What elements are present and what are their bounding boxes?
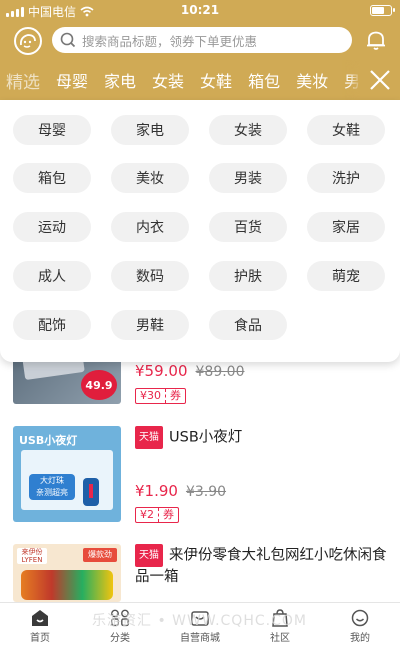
search-placeholder: 搜索商品标题，领券下单更优惠	[82, 33, 258, 49]
smile-icon	[351, 609, 369, 627]
app-logo-icon[interactable]	[14, 27, 42, 55]
category-option[interactable]: 男鞋	[111, 310, 189, 340]
product-title: 天猫 来伊份零食大礼包网红小吃休闲食品一箱	[135, 544, 390, 588]
price-tag-badge: 49.9	[81, 370, 117, 400]
original-price: ¥89.00	[195, 364, 245, 380]
category-option[interactable]: 百货	[209, 212, 287, 242]
product-image: USB小夜灯 大灯珠 亲测超亮	[13, 426, 121, 522]
coupon-tag: ¥30 券	[135, 388, 186, 404]
product-title: 天猫 USB小夜灯	[135, 426, 390, 449]
product-item[interactable]: 来伊份 LYFEN 爆款劲 天猫 来伊份零食大礼包网红小吃休闲食品一箱	[0, 544, 400, 602]
tab-profile[interactable]: 我的	[320, 603, 400, 645]
category-option[interactable]: 箱包	[13, 163, 91, 193]
category-option[interactable]: 运动	[13, 212, 91, 242]
category-option[interactable]: 母婴	[13, 115, 91, 145]
grid-icon	[111, 609, 129, 627]
product-list: 49.9 ¥59.00 ¥89.00 ¥30 券 USB小夜灯 大灯珠 亲测超亮 天猫…	[0, 340, 400, 602]
tab-womens-shoes[interactable]: 女鞋	[192, 68, 240, 92]
tab-store-label: 自营商城	[180, 633, 220, 644]
category-option[interactable]: 内衣	[111, 212, 189, 242]
category-option[interactable]: 家电	[111, 115, 189, 145]
tab-category[interactable]: 分类	[80, 603, 160, 645]
bell-icon[interactable]	[364, 28, 388, 52]
search-icon	[60, 32, 76, 48]
store-icon	[191, 611, 209, 626]
category-option[interactable]: 配饰	[13, 310, 91, 340]
tab-bags[interactable]: 箱包	[240, 68, 288, 92]
category-panel: 母婴 家电 女装 女鞋 箱包 美妆 男装 洗护 运动 内衣 百货 家居 成人 数…	[0, 100, 400, 362]
tab-baby[interactable]: 母婴	[48, 68, 96, 92]
tab-home[interactable]: 首页	[0, 603, 80, 645]
category-option[interactable]: 护肤	[209, 261, 287, 291]
tab-community[interactable]: 社区	[240, 603, 320, 645]
category-option[interactable]: 美妆	[111, 163, 189, 193]
home-icon	[32, 610, 48, 626]
search-input[interactable]: 搜索商品标题，领券下单更优惠	[52, 27, 352, 53]
tab-womens-clothing[interactable]: 女装	[144, 68, 192, 92]
tab-home-label: 首页	[30, 633, 50, 644]
category-option[interactable]: 女装	[209, 115, 287, 145]
tmall-badge: 天猫	[135, 426, 163, 449]
tab-profile-label: 我的	[350, 633, 370, 644]
category-option[interactable]: 萌宠	[307, 261, 385, 291]
tab-category-label: 分类	[110, 633, 130, 644]
product-image: 来伊份 LYFEN 爆款劲	[13, 544, 121, 602]
tab-beauty[interactable]: 美妆	[288, 68, 336, 92]
status-bar: 中国电信 10:21	[0, 0, 400, 20]
tmall-badge: 天猫	[135, 544, 163, 567]
category-option[interactable]: 家居	[307, 212, 385, 242]
header: 搜索商品标题，领券下单更优惠	[0, 20, 400, 60]
category-option[interactable]: 食品	[209, 310, 287, 340]
battery-icon	[370, 5, 395, 16]
bottom-tab-bar: 首页 分类 自营商城 社区 我的	[0, 602, 400, 645]
product-price: ¥59.00 ¥89.00	[135, 362, 245, 380]
product-price: ¥1.90 ¥3.90	[135, 482, 227, 500]
category-option[interactable]: 成人	[13, 261, 91, 291]
close-category-button[interactable]	[360, 60, 400, 100]
category-option[interactable]: 洗护	[307, 163, 385, 193]
clock: 10:21	[180, 3, 220, 17]
original-price: ¥3.90	[185, 484, 227, 500]
category-option[interactable]: 男装	[209, 163, 287, 193]
product-item[interactable]: USB小夜灯 大灯珠 亲测超亮 天猫 USB小夜灯 ¥1.90 ¥3.90 ¥2 券	[0, 426, 400, 526]
tab-appliances[interactable]: 家电	[96, 68, 144, 92]
category-tab-bar: 精选 母婴 家电 女装 女鞋 箱包 美妆 男	[0, 60, 400, 100]
category-option[interactable]: 数码	[111, 261, 189, 291]
tab-featured[interactable]: 精选	[0, 68, 48, 93]
tab-store[interactable]: 自营商城	[160, 603, 240, 645]
thumb-heading: USB小夜灯	[19, 434, 78, 447]
coupon-tag: ¥2 券	[135, 507, 179, 523]
close-icon	[370, 70, 390, 90]
bag-icon	[272, 609, 288, 627]
tab-community-label: 社区	[270, 633, 290, 644]
category-option[interactable]: 女鞋	[307, 115, 385, 145]
